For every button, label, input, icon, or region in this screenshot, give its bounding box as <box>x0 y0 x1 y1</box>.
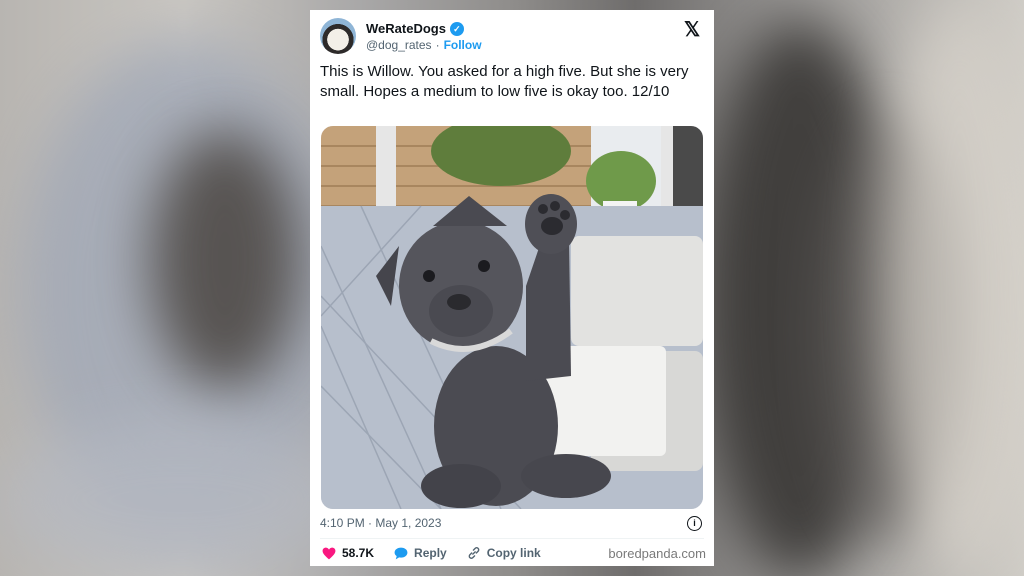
like-button[interactable]: 58.7K <box>322 546 374 560</box>
follow-button[interactable]: Follow <box>444 38 482 52</box>
handle[interactable]: @dog_rates <box>366 38 432 52</box>
verified-badge-icon: ✓ <box>449 21 464 36</box>
watermark: boredpanda.com <box>608 545 706 561</box>
tweet-card: WeRateDogs ✓ @dog_rates · Follow 𝕏 This … <box>310 10 714 566</box>
timestamp-row: 4:10 PM · May 1, 2023 i <box>320 516 704 532</box>
reply-button[interactable]: Reply <box>394 546 447 560</box>
author-name-row: WeRateDogs ✓ <box>366 21 464 36</box>
like-count: 58.7K <box>342 546 375 560</box>
link-icon <box>468 547 480 559</box>
display-name[interactable]: WeRateDogs <box>366 21 446 36</box>
divider <box>320 538 704 539</box>
avatar[interactable] <box>320 18 356 54</box>
tweet-photo[interactable] <box>321 126 703 509</box>
info-icon[interactable]: i <box>687 516 702 531</box>
timestamp[interactable]: 4:10 PM · May 1, 2023 <box>320 516 441 530</box>
copy-link-button[interactable]: Copy link <box>467 546 541 560</box>
speech-bubble-icon <box>394 547 408 559</box>
tweet-header: WeRateDogs ✓ @dog_rates · Follow 𝕏 <box>320 18 704 58</box>
heart-icon <box>322 547 336 559</box>
copy-link-label: Copy link <box>486 546 541 560</box>
handle-row: @dog_rates · Follow <box>366 38 482 52</box>
tweet-text: This is Willow. You asked for a high fiv… <box>320 63 689 100</box>
reply-label: Reply <box>414 546 447 560</box>
separator: · <box>435 38 440 52</box>
x-logo-icon[interactable]: 𝕏 <box>682 20 702 40</box>
tweet-actions: 58.7K Reply Copy link boredpanda.com <box>322 544 706 562</box>
